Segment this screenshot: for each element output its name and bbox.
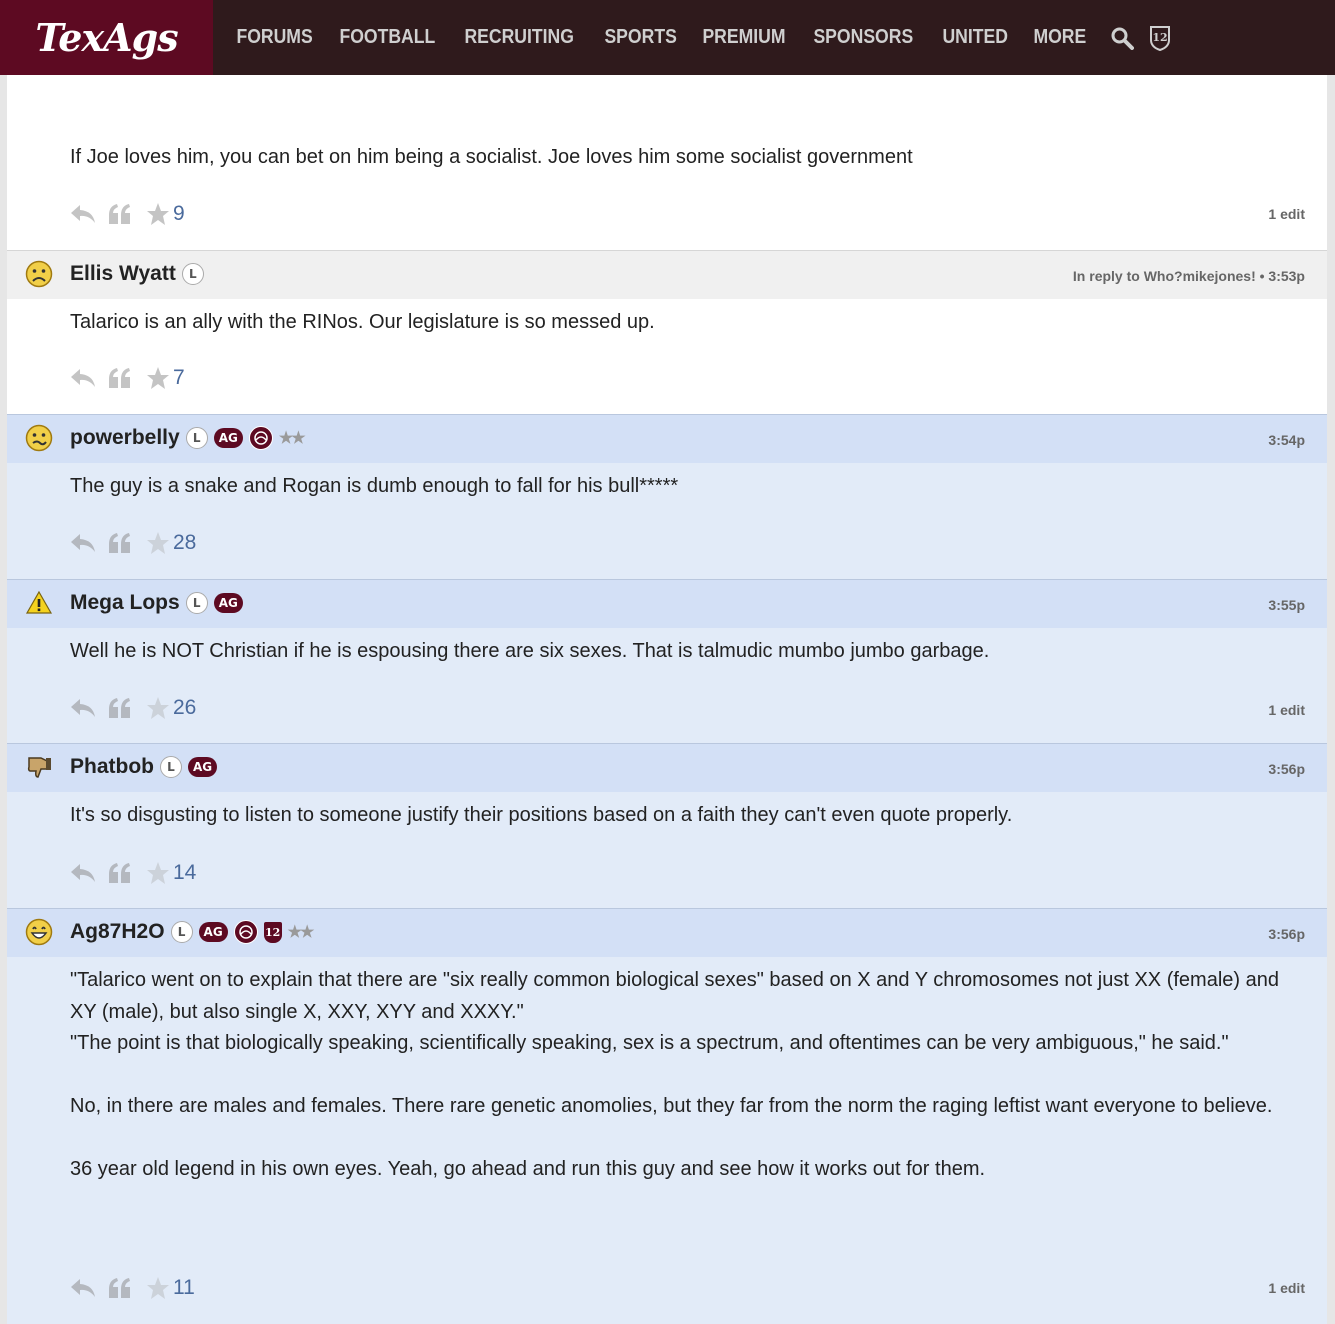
post-body: Talarico is an ally with the RINos. Our …	[70, 311, 655, 333]
post: Mega Lops L AG 3:55p Well he is NOT Chri…	[7, 579, 1327, 743]
reply-icon[interactable]	[70, 862, 96, 884]
nav-more[interactable]: MORE	[1022, 26, 1098, 49]
like-star-icon[interactable]	[146, 861, 170, 885]
edit-indicator[interactable]: 1 edit	[1268, 702, 1305, 718]
like-star-icon[interactable]	[146, 366, 170, 390]
post: If Joe loves him, you can bet on him bei…	[7, 75, 1327, 250]
site-logo: TexAgs	[35, 15, 178, 60]
logo-link[interactable]: TexAgs	[0, 0, 213, 75]
twelfth-man-badge: 12	[263, 921, 282, 943]
svg-text:12: 12	[1152, 31, 1167, 44]
warning-icon	[25, 589, 53, 617]
like-count: 28	[173, 531, 197, 554]
like-star-icon[interactable]	[146, 696, 170, 720]
quote-icon[interactable]	[108, 203, 132, 225]
ag-badge: AG	[213, 593, 243, 613]
rating-stars: ★★	[278, 430, 306, 447]
post-actions: 11	[70, 1276, 195, 1300]
post-time: • 3:53p	[1255, 268, 1305, 284]
twelfth-man-icon[interactable]: 12	[1146, 24, 1174, 52]
post-time: 3:56p	[1268, 926, 1305, 942]
reply-icon[interactable]	[70, 1277, 96, 1299]
post-time: 3:54p	[1268, 432, 1305, 448]
nav-sponsors[interactable]: SPONSORS	[802, 26, 925, 49]
post: Ellis Wyatt L In reply to Who?mikejones!…	[7, 250, 1327, 414]
squadron-badge-icon	[233, 920, 258, 944]
reply-to-link[interactable]: Who?mikejones!	[1144, 268, 1256, 284]
thumbs-down-icon	[25, 753, 53, 781]
lifetime-badge: L	[185, 592, 208, 614]
ag-badge: AG	[188, 757, 218, 777]
quote-icon[interactable]	[108, 1277, 132, 1299]
post-time: 3:56p	[1268, 761, 1305, 777]
rating-stars: ★★	[287, 924, 315, 941]
quote-icon[interactable]	[108, 367, 132, 389]
lifetime-badge: L	[185, 427, 208, 449]
edit-indicator[interactable]: 1 edit	[1268, 206, 1305, 222]
username[interactable]: Ellis Wyatt L	[70, 262, 204, 286]
post-meta: In reply to Who?mikejones! • 3:53p	[1072, 268, 1305, 284]
reply-icon[interactable]	[70, 532, 96, 554]
ag-badge: AG	[213, 428, 243, 448]
post-time: 3:55p	[1268, 597, 1305, 613]
post-body: "Talarico went on to explain that there …	[70, 969, 1279, 1180]
post-actions: 14	[70, 861, 196, 885]
username[interactable]: powerbelly L AG ★★	[70, 426, 306, 450]
thread-container: If Joe loves him, you can bet on him bei…	[7, 75, 1327, 1324]
username[interactable]: Mega Lops L AG	[70, 591, 243, 615]
reply-icon[interactable]	[70, 203, 96, 225]
post: Ag87H2O L AG 12 ★★ 3:56p "Talarico went …	[7, 908, 1327, 1324]
edit-indicator[interactable]: 1 edit	[1268, 1280, 1305, 1296]
username[interactable]: Ag87H2O L AG 12 ★★	[70, 920, 315, 944]
post-header: powerbelly L AG ★★ 3:54p	[7, 414, 1327, 463]
post-actions: 26	[70, 696, 196, 720]
quote-icon[interactable]	[108, 697, 132, 719]
post: powerbelly L AG ★★ 3:54p The guy is a sn…	[7, 414, 1327, 579]
grin-face-icon	[25, 918, 53, 946]
search-icon[interactable]	[1108, 24, 1136, 52]
nav-recruiting[interactable]: RECRUITING	[453, 26, 585, 49]
nav-menu: FORUMS FOOTBALL RECRUITING SPORTS PREMIU…	[225, 0, 1174, 75]
post-header: Ellis Wyatt L In reply to Who?mikejones!…	[7, 250, 1327, 299]
like-star-icon[interactable]	[146, 531, 170, 555]
like-star-icon[interactable]	[146, 1276, 170, 1300]
like-count: 14	[173, 861, 197, 884]
lifetime-badge: L	[160, 756, 182, 778]
post-header: Phatbob L AG 3:56p	[7, 743, 1327, 792]
nav-sports[interactable]: SPORTS	[593, 26, 688, 49]
username[interactable]: Phatbob L AG	[70, 755, 218, 779]
like-count: 11	[173, 1276, 195, 1299]
post-header: Ag87H2O L AG 12 ★★ 3:56p	[7, 908, 1327, 957]
post-actions: 7	[70, 366, 185, 390]
post-body: It's so disgusting to listen to someone …	[70, 804, 1013, 826]
squadron-badge-icon	[248, 426, 273, 450]
post: Phatbob L AG 3:56p It's so disgusting to…	[7, 743, 1327, 908]
reply-icon[interactable]	[70, 367, 96, 389]
lifetime-badge: L	[181, 263, 204, 285]
confused-face-icon	[25, 424, 53, 452]
nav-football[interactable]: FOOTBALL	[328, 26, 447, 49]
like-count: 26	[173, 696, 197, 719]
post-actions: 9	[70, 202, 185, 226]
top-navbar: TexAgs FORUMS FOOTBALL RECRUITING SPORTS…	[0, 0, 1335, 75]
post-body: If Joe loves him, you can bet on him bei…	[70, 146, 913, 168]
post-actions: 28	[70, 531, 196, 555]
nav-united[interactable]: UNITED	[931, 26, 1019, 49]
quote-icon[interactable]	[108, 532, 132, 554]
frown-face-icon	[25, 260, 53, 288]
quote-icon[interactable]	[108, 862, 132, 884]
post-header: Mega Lops L AG 3:55p	[7, 579, 1327, 628]
nav-forums[interactable]: FORUMS	[225, 26, 324, 49]
post-body: Well he is NOT Christian if he is espous…	[70, 640, 990, 662]
lifetime-badge: L	[170, 921, 193, 943]
like-count: 7	[173, 366, 185, 389]
like-star-icon[interactable]	[146, 202, 170, 226]
ag-badge: AG	[198, 922, 228, 942]
post-body: The guy is a snake and Rogan is dumb eno…	[70, 475, 679, 497]
reply-icon[interactable]	[70, 697, 96, 719]
like-count: 9	[173, 202, 185, 225]
nav-premium[interactable]: PREMIUM	[691, 26, 797, 49]
